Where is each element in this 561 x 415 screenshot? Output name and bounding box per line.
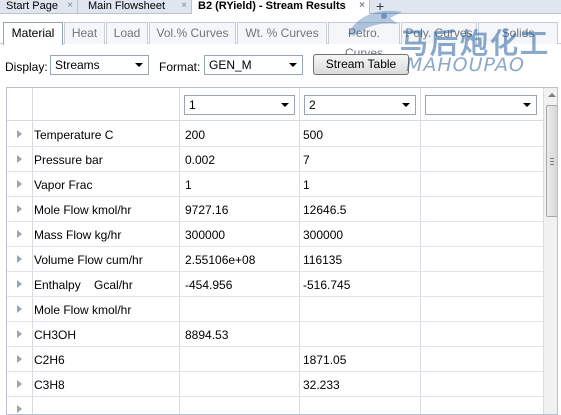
table-row[interactable]: Temperature C 200 500	[7, 122, 543, 147]
expand-arrow-icon[interactable]	[17, 280, 22, 288]
grip-line	[550, 164, 554, 165]
expand-arrow-icon[interactable]	[17, 230, 22, 238]
cell-value: 1871.05	[303, 353, 347, 367]
tab-heat[interactable]: Heat	[64, 22, 105, 44]
vertical-scrollbar[interactable]	[543, 88, 557, 414]
stream-results-grid: 1 2 Temperature C 200 500 Pressure bar 0…	[6, 87, 558, 415]
table-row[interactable]: Volume Flow cum/hr 2.55106e+08 116135	[7, 247, 543, 272]
cell-value: -516.745	[303, 278, 351, 292]
expand-arrow-icon[interactable]	[17, 255, 22, 263]
row-label: Mole Flow kmol/hr	[34, 303, 132, 317]
grip-line	[550, 161, 554, 162]
close-icon[interactable]: ×	[181, 0, 187, 12]
cell-value: 1	[185, 178, 192, 192]
stream-select-col-3[interactable]	[425, 95, 537, 115]
expand-arrow-icon[interactable]	[17, 155, 22, 163]
cell-value: 7	[303, 153, 310, 167]
expand-arrow-icon[interactable]	[17, 405, 22, 413]
table-row[interactable]: C2H6 1871.05	[7, 347, 543, 372]
table-row[interactable]: CH3OH 8894.53	[7, 322, 543, 347]
watermark-english-text: MAHOUPAO	[406, 54, 526, 76]
table-row[interactable]: C3H8 32.233	[7, 372, 543, 397]
row-label: C3H8	[34, 378, 65, 392]
row-label: CH3OH	[34, 328, 77, 342]
cell-value: -454.956	[185, 278, 233, 292]
cell-value: 8894.53	[185, 328, 229, 342]
cell-value: 12646.5	[303, 203, 347, 217]
display-select-value: Streams	[55, 58, 100, 72]
doc-tab-label: Main Flowsheet	[88, 0, 166, 12]
doc-tab-label: Start Page	[6, 0, 58, 12]
document-tab-strip: Start Page × Main Flowsheet × B2 (RYield…	[0, 0, 561, 14]
display-select[interactable]: Streams	[50, 55, 149, 75]
display-label: Display:	[5, 60, 48, 74]
format-select[interactable]: GEN_M	[204, 55, 303, 75]
close-icon[interactable]: ×	[67, 0, 73, 12]
chevron-down-icon	[135, 63, 143, 67]
tab-load[interactable]: Load	[106, 22, 148, 44]
table-row[interactable]: Mole Flow kmol/hr	[7, 297, 543, 322]
cell-value: 2.55106e+08	[185, 253, 256, 267]
table-row[interactable]: Pressure bar 0.002 7	[7, 147, 543, 172]
scroll-up-arrow-icon[interactable]	[548, 93, 556, 97]
row-label: Pressure bar	[34, 153, 103, 167]
cell-value: 1	[303, 178, 310, 192]
expand-arrow-icon[interactable]	[17, 330, 22, 338]
stream-table-button[interactable]: Stream Table	[313, 54, 409, 75]
cell-value: 500	[303, 128, 324, 142]
cell-value: 300000	[185, 228, 226, 242]
row-label: Mass Flow kg/hr	[34, 228, 122, 242]
cell-value: 9727.16	[185, 203, 229, 217]
table-row[interactable]: Mass Flow kg/hr 300000 300000	[7, 222, 543, 247]
cell-value: 32.233	[303, 378, 340, 392]
cell-value: 200	[185, 128, 206, 142]
row-label: C2H6	[34, 353, 65, 367]
cell-value: 116135	[303, 253, 343, 267]
tab-material[interactable]: Material	[3, 22, 63, 45]
chevron-down-icon	[523, 103, 531, 107]
row-label: Enthalpy Gcal/hr	[34, 278, 133, 292]
row-label: Temperature C	[34, 128, 114, 142]
expand-arrow-icon[interactable]	[17, 355, 22, 363]
doc-tab-start-page[interactable]: Start Page ×	[0, 0, 78, 14]
grid-header-row: 1 2	[7, 88, 543, 121]
expand-arrow-icon[interactable]	[17, 205, 22, 213]
cell-value: 300000	[303, 228, 344, 242]
grip-line	[550, 158, 554, 159]
doc-tab-label: B2 (RYield) - Stream Results	[198, 0, 346, 12]
scrollbar-thumb[interactable]	[546, 105, 557, 217]
row-label: Mole Flow kmol/hr	[34, 203, 132, 217]
stream-select-col-1[interactable]: 1	[184, 95, 295, 115]
chevron-down-icon	[289, 63, 297, 67]
stream-select-value: 1	[189, 98, 196, 112]
table-row[interactable]	[7, 397, 543, 414]
format-label: Format:	[159, 60, 201, 74]
format-select-value: GEN_M	[209, 58, 252, 72]
table-row[interactable]: Vapor Frac 1 1	[7, 172, 543, 197]
expand-arrow-icon[interactable]	[17, 305, 22, 313]
table-row[interactable]: Mole Flow kmol/hr 9727.16 12646.5	[7, 197, 543, 222]
chevron-down-icon	[402, 103, 410, 107]
table-row[interactable]: Enthalpy Gcal/hr -454.956 -516.745	[7, 272, 543, 297]
expand-arrow-icon[interactable]	[17, 380, 22, 388]
stream-select-value: 2	[309, 98, 316, 112]
cell-value: 0.002	[185, 153, 216, 167]
tab-vol-curves[interactable]: Vol.% Curves	[149, 22, 236, 44]
doc-tab-main-flowsheet[interactable]: Main Flowsheet ×	[82, 0, 192, 14]
row-label: Vapor Frac	[34, 178, 93, 192]
tab-wt-curves[interactable]: Wt. % Curves	[237, 22, 327, 44]
expand-arrow-icon[interactable]	[17, 180, 22, 188]
row-label: Volume Flow cum/hr	[34, 253, 143, 267]
chevron-down-icon	[281, 103, 289, 107]
expand-arrow-icon[interactable]	[17, 130, 22, 138]
stream-select-col-2[interactable]: 2	[304, 95, 416, 115]
